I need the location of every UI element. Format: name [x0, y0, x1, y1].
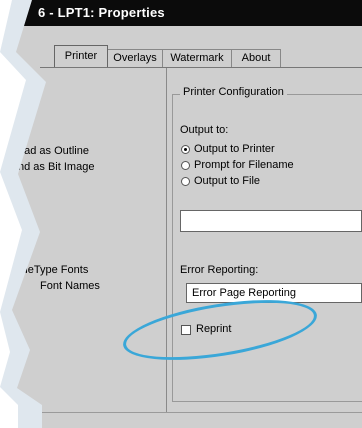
error-reporting-label: Error Reporting: [180, 264, 259, 276]
file-path-input[interactable] [180, 210, 362, 232]
dialog-bottom-edge [40, 412, 362, 413]
tab-baseline [40, 67, 362, 68]
tab-watermark[interactable]: Watermark [162, 49, 232, 67]
tab-about[interactable]: About [231, 49, 281, 67]
properties-dialog: 6 - LPT1: Properties Printer Overlays Wa… [12, 0, 362, 428]
left-item-bit-image[interactable]: nd as Bit Image [18, 161, 94, 173]
panel-divider [166, 68, 167, 412]
left-item-outline[interactable]: oad as Outline [18, 145, 89, 157]
output-to-label: Output to: [180, 124, 229, 136]
tab-overlays-label: Overlays [113, 52, 157, 64]
tab-about-label: About [241, 52, 271, 64]
tab-printer-label: Printer [64, 50, 98, 62]
output-to-file-label[interactable]: Output to File [194, 175, 260, 187]
left-item-font-names[interactable]: Font Names [40, 280, 100, 292]
window-title: 6 - LPT1: Properties [38, 5, 165, 20]
left-item-truetype-fonts[interactable]: rueType Fonts [18, 264, 88, 276]
prompt-for-filename-label[interactable]: Prompt for Filename [194, 159, 294, 171]
output-to-printer-label[interactable]: Output to Printer [194, 143, 275, 155]
prompt-for-filename-radio[interactable] [181, 161, 190, 170]
output-to-file-radio[interactable] [181, 177, 190, 186]
tab-watermark-label: Watermark [170, 52, 224, 64]
output-to-printer-radio[interactable] [181, 145, 190, 154]
printer-configuration-title: Printer Configuration [180, 86, 287, 98]
title-bar[interactable]: 6 - LPT1: Properties [12, 0, 362, 26]
tab-overlays[interactable]: Overlays [107, 49, 163, 67]
tab-printer[interactable]: Printer [54, 45, 108, 67]
error-reporting-value: Error Page Reporting [192, 287, 296, 299]
